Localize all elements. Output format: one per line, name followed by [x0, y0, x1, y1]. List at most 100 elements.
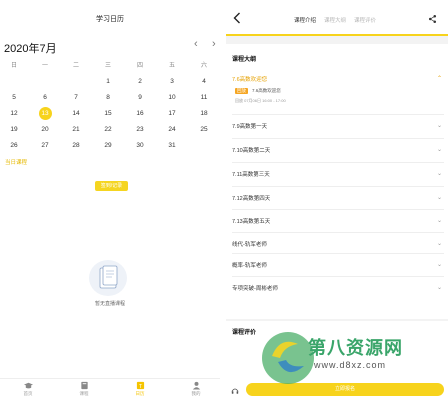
outline-item[interactable]: 专项突破-周彬老师 ⌄ — [232, 284, 442, 292]
live-session-name[interactable]: 7.6高数欢迎您 — [252, 88, 281, 94]
divider-line — [232, 209, 444, 210]
month-label: 2020年7月 — [4, 43, 57, 55]
calendar-grid: 日一二三四五六 1 2 3 4 5 6 7 8 9 10 11 12 13 14 15 16 17 18 19 20 21… — [0, 58, 220, 154]
outline-item[interactable]: 7.9高数第一天 ⌄ — [232, 122, 442, 130]
divider-line — [232, 114, 444, 115]
calendar-day[interactable]: 22 — [97, 122, 119, 138]
calendar-day[interactable]: 1 — [97, 74, 119, 90]
calendar-day[interactable]: 17 — [161, 106, 183, 122]
outline-item-label: 7.10高数第二天 — [232, 148, 271, 154]
calendar-day[interactable]: 12 — [3, 106, 25, 122]
empty-state-text: 暂无直播课程 — [94, 301, 125, 307]
calendar-day[interactable]: 23 — [129, 122, 151, 138]
calendar-day[interactable]: 18 — [193, 106, 215, 122]
chevron-up-icon: ⌃ — [436, 76, 442, 82]
top-bar: 课程介绍 课程大纲 课程评价 — [226, 0, 448, 36]
enroll-button[interactable]: 立即报名 — [246, 383, 444, 396]
outline-item[interactable]: 概率-轨军老师 ⌄ — [232, 261, 442, 269]
outline-item-label: 7.6高数欢迎您 — [232, 77, 268, 83]
user-icon — [192, 381, 200, 390]
calendar-icon: T — [136, 381, 144, 390]
calendar-day[interactable]: 5 — [3, 90, 25, 106]
outline-item[interactable]: 7.12高数第四天 ⌄ — [232, 194, 442, 202]
tab-label: 首页 — [23, 391, 33, 396]
calendar-day[interactable]: 6 — [34, 90, 56, 106]
outline-item-label: 7.9高数第一天 — [232, 124, 268, 130]
outline-item-label: 7.11高数第三天 — [232, 172, 270, 178]
calendar-day[interactable]: 4 — [193, 74, 215, 90]
calendar-week: 1234 — [0, 74, 220, 90]
chevron-down-icon: ⌄ — [436, 171, 442, 177]
live-session-time: 回放 07月06日 16:00 - 17:00 — [235, 98, 286, 103]
chevron-down-icon: ⌄ — [436, 218, 442, 224]
tab-course-outline[interactable]: 课程大纲 — [324, 18, 346, 24]
chevron-down-icon: ⌄ — [436, 195, 442, 201]
weekday-label: 三 — [104, 63, 111, 69]
calendar-day[interactable]: 27 — [34, 138, 56, 154]
checkin-button[interactable]: 签到/记录 — [95, 181, 128, 191]
calendar-day[interactable]: 11 — [193, 90, 215, 106]
outline-item-label: 概率-轨军老师 — [232, 263, 267, 269]
bottom-action-bar: 客服 立即报名 — [226, 379, 448, 400]
divider-line — [232, 162, 444, 163]
tab-course[interactable]: 课程 — [68, 381, 100, 397]
calendar-day[interactable]: 15 — [97, 106, 119, 122]
calendar-day[interactable]: 7 — [65, 90, 87, 106]
divider-line — [232, 232, 444, 233]
outline-item[interactable]: 7.13高数第五天 ⌄ — [232, 217, 442, 225]
chevron-left-icon[interactable]: ‹ — [194, 38, 198, 50]
calendar-day[interactable]: 29 — [97, 138, 119, 154]
share-icon[interactable] — [428, 14, 437, 24]
page-title: 学习日历 — [96, 16, 124, 23]
customer-service-button[interactable]: 客服 — [229, 382, 241, 400]
calendar-screen: 学习日历 2020年7月 ‹ › 日一二三四五六 1 2 3 4 5 6 7 8 9 10 11 12 1… — [0, 0, 220, 400]
calendar-day[interactable]: 24 — [161, 122, 183, 138]
weekday-label: 日 — [10, 63, 17, 69]
tab-profile[interactable]: 我的 — [180, 381, 212, 397]
weekday-header: 日一二三四五六 — [0, 58, 220, 74]
bottom-tab-bar: 首页 课程 T 日历 我的 — [0, 378, 220, 400]
tab-calendar[interactable]: T 日历 — [124, 381, 156, 397]
calendar-day[interactable]: 31 — [161, 138, 183, 154]
tab-home[interactable]: 首页 — [12, 381, 44, 397]
weekday-label: 四 — [136, 63, 143, 69]
calendar-day[interactable]: 14 — [65, 106, 87, 122]
tab-label: 日历 — [135, 391, 145, 396]
weekday-label: 六 — [200, 63, 207, 69]
calendar-day[interactable]: 13 — [34, 106, 56, 122]
month-nav: ‹ › — [194, 38, 222, 52]
calendar-day[interactable]: 2 — [129, 74, 151, 90]
calendar-day[interactable]: 9 — [129, 90, 151, 106]
tab-course-review[interactable]: 课程评价 — [354, 18, 376, 24]
divider-line — [232, 138, 444, 139]
back-arrow-icon[interactable] — [232, 12, 242, 24]
calendar-day[interactable]: 30 — [129, 138, 151, 154]
outline-item[interactable]: 7.10高数第二天 ⌄ — [232, 146, 442, 154]
calendar-day[interactable]: 26 — [3, 138, 25, 154]
outline-item[interactable]: 7.11高数第三天 ⌄ — [232, 170, 442, 178]
calendar-day[interactable]: 21 — [65, 122, 87, 138]
headset-icon — [231, 388, 239, 394]
calendar-day[interactable]: 20 — [34, 122, 56, 138]
calendar-day[interactable]: 10 — [161, 90, 183, 106]
tab-label: 我的 — [191, 391, 201, 396]
graduation-cap-icon — [23, 382, 33, 389]
outline-item[interactable]: 线代-轨军老师 ⌄ — [232, 240, 442, 248]
outline-title: 课程大纲 — [232, 57, 257, 63]
tab-course-intro[interactable]: 课程介绍 — [294, 18, 316, 24]
chevron-down-icon: ⌄ — [436, 147, 442, 153]
calendar-day[interactable]: 19 — [3, 122, 25, 138]
book-icon — [80, 381, 88, 390]
chevron-right-icon[interactable]: › — [212, 38, 216, 50]
chevron-down-icon: ⌄ — [436, 262, 442, 268]
calendar-day[interactable]: 25 — [193, 122, 215, 138]
outline-item[interactable]: 7.6高数欢迎您 ⌃ — [232, 75, 442, 83]
outline-item-label: 7.12高数第四天 — [232, 196, 271, 202]
calendar-week: 12 13 14 15 16 17 18 — [0, 106, 220, 122]
calendar-day[interactable]: 8 — [97, 90, 119, 106]
empty-illustration-icon — [89, 260, 127, 296]
calendar-day[interactable]: 28 — [65, 138, 87, 154]
calendar-day[interactable]: 3 — [161, 74, 183, 90]
calendar-day[interactable]: 16 — [129, 106, 151, 122]
divider-line — [232, 186, 444, 187]
